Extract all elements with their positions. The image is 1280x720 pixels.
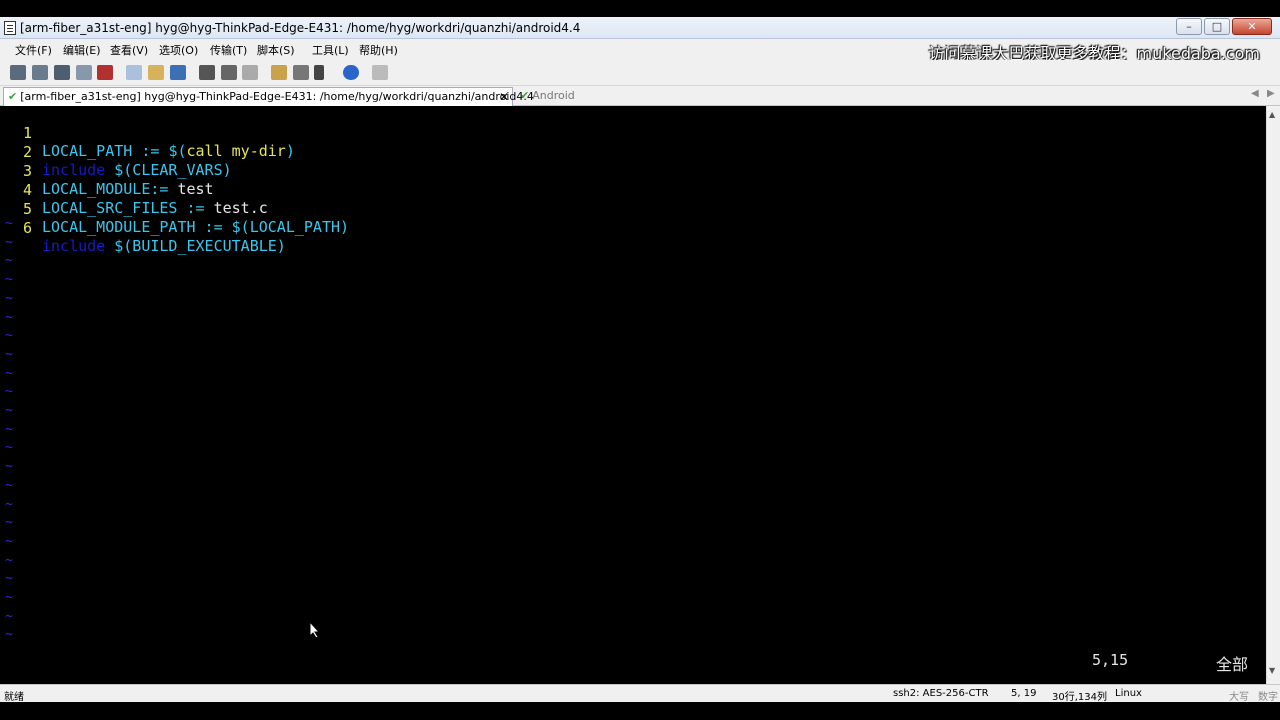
check-icon: ✔ (520, 89, 530, 102)
code-line: 1 LOCAL_PATH := $(call my-dir) (23, 124, 295, 160)
reconnect-icon[interactable] (76, 65, 92, 80)
tilde-marker: ~ (5, 328, 13, 344)
tab-session-label: [arm-fiber_a31st-eng] hyg@hyg-ThinkPad-E… (20, 90, 534, 103)
menu-transfer[interactable]: 传输(T) (210, 42, 247, 58)
tilde-marker: ~ (5, 552, 13, 568)
tilde-marker: ~ (5, 627, 13, 643)
status-cursor: 5, 19 (1011, 688, 1037, 699)
disconnect-icon[interactable] (97, 65, 113, 80)
app-icon (4, 21, 16, 35)
code-line: 5 LOCAL_MODULE_PATH := $(LOCAL_PATH) (23, 200, 350, 236)
tab-close-icon[interactable]: ✕ (499, 88, 509, 106)
maximize-icon[interactable]: □ (1204, 18, 1230, 35)
tilde-marker: ~ (5, 440, 13, 456)
tilde-marker: ~ (5, 515, 13, 531)
status-size: 30行,134列 (1052, 692, 1107, 703)
tilde-marker: ~ (5, 309, 13, 325)
quick-connect-icon[interactable] (32, 65, 48, 80)
tab-scroll-left-icon[interactable]: ◀ (1251, 88, 1259, 99)
find-icon[interactable] (170, 65, 186, 80)
key-icon[interactable] (314, 65, 324, 80)
code-line: 2 include $(CLEAR_VARS) (23, 143, 232, 179)
vertical-scrollbar[interactable]: ▲ ▼ (1266, 106, 1280, 684)
tab-android[interactable]: ✔ Android (518, 87, 575, 106)
tilde-marker: ~ (5, 253, 13, 269)
status-os: Linux (1115, 688, 1142, 699)
minimize-icon[interactable]: – (1176, 18, 1202, 35)
print-setup-icon[interactable] (221, 65, 237, 80)
connect-tab-icon[interactable] (54, 65, 70, 80)
scroll-down-icon[interactable]: ▼ (1269, 666, 1275, 675)
session-options-icon[interactable] (271, 65, 287, 80)
code-line: 4 LOCAL_SRC_FILES := test.c (23, 181, 268, 217)
tilde-marker: ~ (5, 272, 13, 288)
bottom-black-strip (0, 702, 1280, 720)
paste-icon[interactable] (148, 65, 164, 80)
tilde-marker: ~ (5, 365, 13, 381)
tab-scroll-right-icon[interactable]: ▶ (1267, 88, 1275, 99)
tilde-marker: ~ (5, 496, 13, 512)
status-caps: 大写 (1229, 692, 1249, 703)
scroll-up-icon[interactable]: ▲ (1269, 110, 1275, 119)
help-icon[interactable] (343, 65, 359, 80)
scroll-scope: 全部 (1216, 655, 1249, 674)
window-controls: – □ ✕ (1176, 18, 1272, 35)
print-icon[interactable] (199, 65, 215, 80)
menu-script[interactable]: 脚本(S) (257, 42, 295, 58)
menu-bar: 文件(F) 编辑(E) 查看(V) 选项(O) 传输(T) 脚本(S) 工具(L… (0, 39, 1280, 63)
global-options-icon[interactable] (293, 65, 309, 80)
cursor-position: 5,15 (1092, 651, 1129, 669)
tilde-marker: ~ (5, 590, 13, 605)
menu-file[interactable]: 文件(F) (15, 42, 52, 58)
tilde-marker: ~ (5, 533, 13, 549)
status-ready: 就绪 (4, 692, 24, 703)
status-bar: 就绪 ssh2: AES-256-CTR 5, 19 30行,134列 Linu… (0, 684, 1280, 703)
tilde-marker: ~ (5, 421, 13, 437)
check-icon: ✔ (8, 90, 18, 103)
tilde-marker: ~ (5, 234, 13, 250)
tilde-marker: ~ (5, 403, 13, 418)
terminal-view[interactable]: 1 LOCAL_PATH := $(call my-dir) 2 include… (0, 106, 1266, 684)
tab-session-active[interactable]: ✔ [arm-fiber_a31st-eng] hyg@hyg-ThinkPad-… (3, 87, 534, 106)
menu-help[interactable]: 帮助(H) (359, 42, 398, 58)
tab-android-label: Android (532, 89, 575, 102)
sftp-icon[interactable] (372, 65, 388, 80)
close-icon[interactable]: ✕ (1232, 18, 1272, 35)
status-num: 数字 (1258, 692, 1278, 703)
status-protocol: ssh2: AES-256-CTR (893, 688, 989, 699)
tilde-marker: ~ (5, 290, 13, 306)
tilde-marker: ~ (5, 571, 13, 587)
menu-view[interactable]: 查看(V) (110, 42, 148, 58)
connect-icon[interactable] (10, 65, 26, 80)
tilde-marker: ~ (5, 477, 13, 493)
tilde-marker: ~ (5, 459, 13, 475)
line-number: 6 (23, 219, 33, 237)
menu-tools[interactable]: 工具(L) (312, 42, 349, 58)
print-screen-icon[interactable] (242, 65, 258, 80)
title-bar: [arm-fiber_a31st-eng] hyg@hyg-ThinkPad-E… (0, 17, 1280, 39)
menu-edit[interactable]: 编辑(E) (63, 42, 101, 58)
toolbar (0, 60, 1280, 86)
tilde-marker: ~ (5, 346, 13, 362)
tab-bar: ✔ [arm-fiber_a31st-eng] hyg@hyg-ThinkPad-… (0, 86, 1280, 106)
menu-options[interactable]: 选项(O) (159, 42, 198, 58)
tilde-marker: ~ (5, 608, 13, 624)
tilde-marker: ~ (5, 384, 13, 400)
top-black-strip (0, 0, 1280, 17)
copy-icon[interactable] (126, 65, 142, 80)
code-line: 3 LOCAL_MODULE:= test (23, 162, 214, 198)
window-title: [arm-fiber_a31st-eng] hyg@hyg-ThinkPad-E… (20, 21, 581, 35)
tilde-marker: ~ (5, 216, 13, 231)
